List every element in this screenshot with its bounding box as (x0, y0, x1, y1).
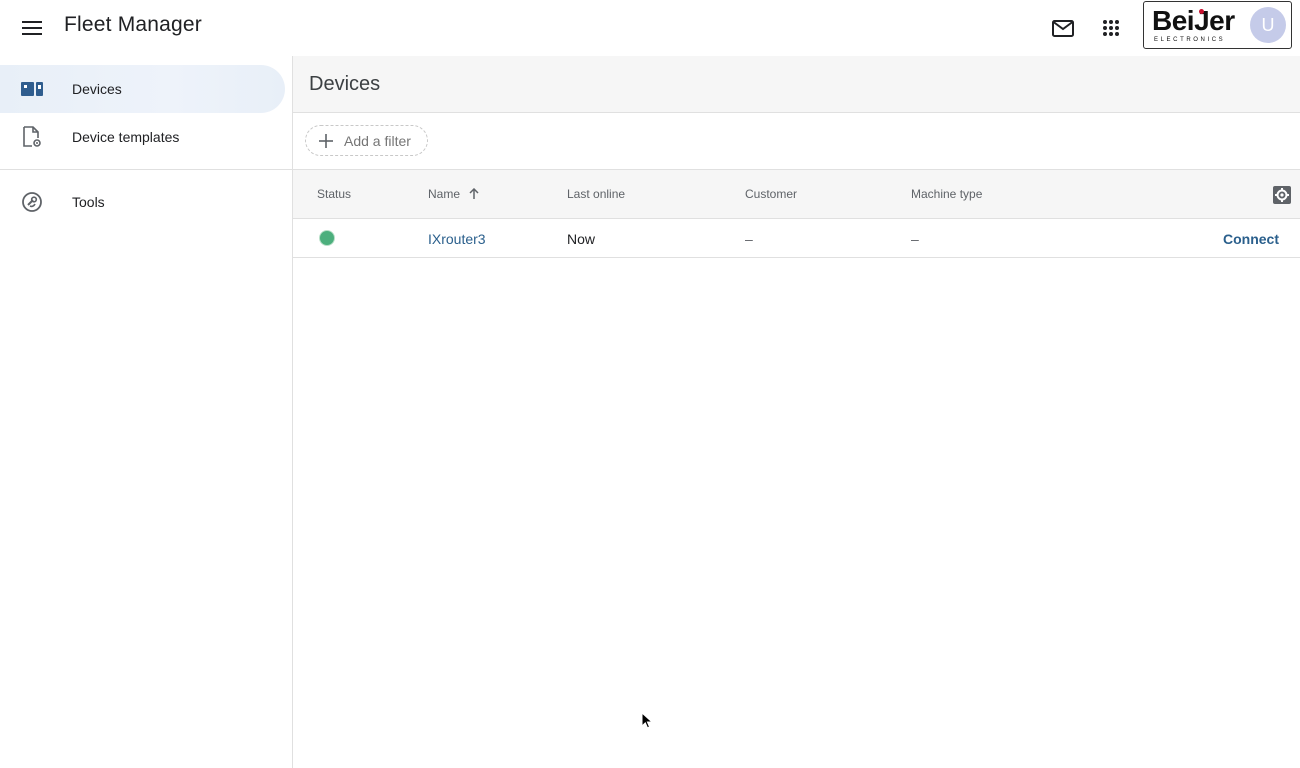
sort-ascending-icon (469, 188, 479, 199)
mail-icon[interactable] (1045, 10, 1081, 46)
page-header: Devices (293, 56, 1300, 113)
device-template-icon (20, 125, 44, 149)
sidebar-item-label: Device templates (72, 129, 180, 145)
main-content: Devices Add a filter Status Name Last on… (293, 56, 1300, 768)
column-settings-icon[interactable] (1272, 185, 1292, 205)
tools-icon (20, 190, 44, 214)
mouse-cursor-icon (641, 712, 653, 729)
table-row[interactable]: IXrouter3 Now – – Connect (293, 219, 1300, 258)
column-header-last-online[interactable]: Last online (567, 187, 625, 201)
column-header-name[interactable]: Name (428, 187, 480, 201)
table-header: Status Name Last online Customer Machine… (293, 169, 1300, 219)
sidebar-item-tools[interactable]: Tools (0, 178, 285, 226)
sidebar-item-label: Tools (72, 194, 105, 210)
machine-type-cell: – (911, 231, 919, 247)
add-filter-label: Add a filter (344, 133, 411, 149)
column-header-name-label: Name (428, 187, 461, 201)
sidebar-item-devices[interactable]: Devices (0, 65, 285, 113)
status-online-indicator (320, 231, 334, 245)
customer-cell: – (745, 231, 753, 247)
device-name-link[interactable]: IXrouter3 (428, 231, 486, 247)
column-header-machine-type[interactable]: Machine type (911, 187, 982, 201)
beijer-logo: BeiJer ELECTRONICS (1152, 5, 1242, 45)
logo-dot (1199, 9, 1204, 14)
devices-icon (20, 77, 44, 101)
add-filter-button[interactable]: Add a filter (305, 125, 428, 156)
logo-subtext: ELECTRONICS (1154, 37, 1226, 43)
filter-bar: Add a filter (293, 113, 1300, 169)
sidebar: Devices Device templates Tools (0, 56, 293, 768)
sidebar-divider (0, 169, 292, 170)
app-title: Fleet Manager (64, 13, 203, 36)
column-header-customer[interactable]: Customer (745, 187, 797, 201)
last-online-cell: Now (567, 231, 596, 247)
page-title: Devices (309, 73, 381, 95)
avatar[interactable]: U (1250, 7, 1286, 43)
hamburger-menu-icon[interactable] (14, 10, 50, 46)
top-app-bar: Fleet Manager BeiJer ELECTRONICS U (0, 0, 1300, 56)
connect-button[interactable]: Connect (1223, 231, 1279, 247)
column-header-status[interactable]: Status (317, 187, 351, 201)
account-brand-box[interactable]: BeiJer ELECTRONICS U (1143, 1, 1292, 49)
apps-grid-icon[interactable] (1093, 10, 1129, 46)
sidebar-item-device-templates[interactable]: Device templates (0, 113, 285, 161)
logo-text: BeiJer (1152, 5, 1235, 36)
sidebar-item-label: Devices (72, 81, 122, 97)
plus-icon (319, 134, 333, 148)
